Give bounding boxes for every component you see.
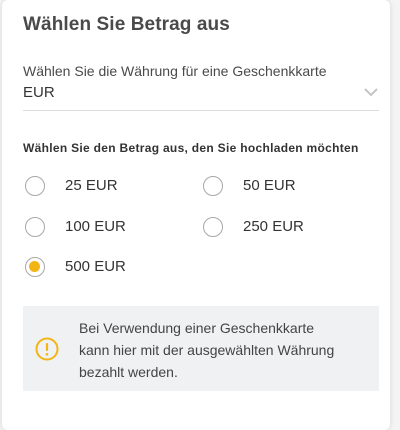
radio-100[interactable]: [25, 217, 45, 237]
chevron-down-icon: [364, 88, 378, 97]
currency-value: EUR: [23, 84, 55, 101]
info-line: bezahlt werden.: [79, 364, 178, 380]
radio-500[interactable]: [25, 257, 45, 277]
info-line: kann hier mit der ausgewählten Währung: [79, 342, 335, 358]
amount-option-label: 250 EUR: [243, 218, 304, 235]
info-line: Bei Verwendung einer Geschenkkarte: [79, 320, 315, 336]
giftcard-amount-card: Wählen Sie Betrag aus Wählen Sie die Wäh…: [2, 0, 390, 430]
amount-label: Wählen Sie den Betrag aus, den Sie hochl…: [23, 141, 359, 155]
amount-option-label: 500 EUR: [65, 258, 126, 275]
amount-option-label: 25 EUR: [65, 177, 118, 194]
radio-25[interactable]: [25, 176, 45, 196]
info-text: Bei Verwendung einer Geschenkkarte kann …: [79, 317, 369, 383]
radio-250[interactable]: [203, 217, 223, 237]
currency-select[interactable]: EUR: [23, 82, 379, 111]
currency-label: Wählen Sie die Währung für eine Geschenk…: [23, 63, 327, 79]
info-box: Bei Verwendung einer Geschenkkarte kann …: [23, 306, 379, 391]
warning-circle-icon: [35, 337, 59, 361]
amount-option-label: 100 EUR: [65, 218, 126, 235]
radio-50[interactable]: [203, 176, 223, 196]
page-title: Wählen Sie Betrag aus: [23, 14, 230, 35]
amount-option-label: 50 EUR: [243, 177, 296, 194]
